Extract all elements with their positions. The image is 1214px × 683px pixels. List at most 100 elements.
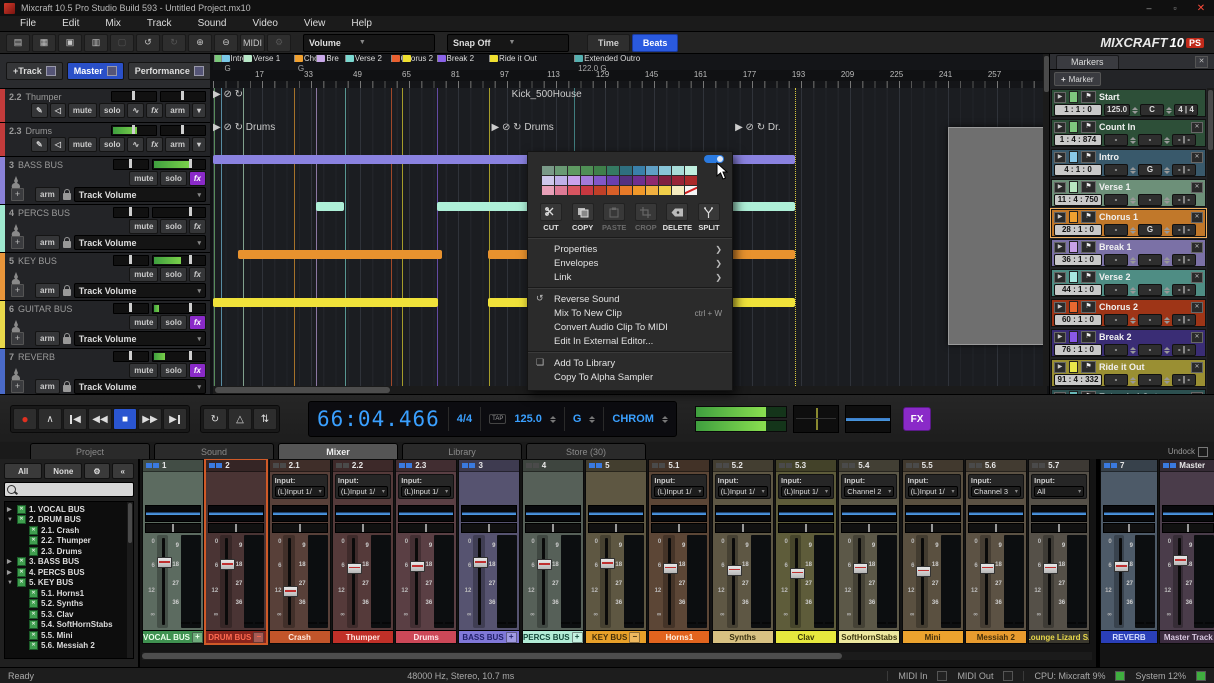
crop-button[interactable]: CROP bbox=[631, 203, 661, 232]
marker-tempo-field[interactable]: - bbox=[1104, 254, 1128, 266]
channel-header[interactable]: 1 bbox=[143, 460, 203, 472]
marker-tempo-field[interactable]: - bbox=[1104, 314, 1128, 326]
marker-color-chip[interactable] bbox=[1069, 241, 1078, 253]
go-to-end-button[interactable]: ▶ bbox=[163, 408, 187, 430]
marker-tempo-field[interactable]: - bbox=[1104, 164, 1128, 176]
expand-collapse-button[interactable]: + bbox=[506, 632, 517, 643]
audio-clip[interactable]: ▶ ⊘ ↻ Drums bbox=[492, 122, 691, 153]
spinner[interactable] bbox=[1130, 315, 1136, 325]
mixer-channel-strip[interactable]: 5.4 Input: Channel 2▾ 0612∞ 9182736 bbox=[838, 459, 900, 644]
markers-tab[interactable]: Markers bbox=[1056, 55, 1119, 69]
marker-time-field[interactable]: 4 : 1 : 0 bbox=[1054, 164, 1102, 176]
timeline-marker-flag[interactable]: Cho G bbox=[294, 55, 319, 63]
timeline-marker-flag[interactable]: Extended Outro 122.0 G bbox=[574, 55, 640, 63]
marker-key-field[interactable]: - bbox=[1138, 194, 1162, 206]
toolbar-icon[interactable]: ▣ bbox=[58, 34, 82, 52]
audio-clip[interactable]: ▶ ⊘ ↻ bbox=[316, 202, 344, 211]
track-volume-slider[interactable] bbox=[113, 303, 149, 314]
channel-name[interactable]: Lounge Lizard S.. bbox=[1029, 630, 1089, 643]
expand-collapse-button[interactable]: − bbox=[253, 632, 264, 643]
close-button[interactable]: ✕ bbox=[1188, 0, 1214, 16]
track-volume-slider[interactable] bbox=[111, 125, 157, 136]
add-track-button[interactable]: +Track bbox=[6, 62, 63, 80]
channel-name[interactable]: Messiah 2 bbox=[966, 630, 1026, 643]
color-swatch[interactable] bbox=[542, 186, 554, 195]
channel-visible-checkbox[interactable]: ✕ bbox=[17, 505, 26, 514]
color-swatch[interactable] bbox=[620, 166, 632, 175]
volume-fader[interactable] bbox=[916, 535, 927, 628]
channel-visible-checkbox[interactable]: ✕ bbox=[29, 547, 38, 556]
tree-item[interactable]: ✕ 5.5. Mini bbox=[7, 630, 131, 641]
color-swatch[interactable] bbox=[581, 166, 593, 175]
channel-name[interactable]: DRUM BUS− bbox=[206, 630, 266, 643]
mixer-channel-strip[interactable]: 2.2 Input: (L)Input 1/▾ 0612∞ 9182736 bbox=[332, 459, 394, 644]
collapse-button[interactable]: « bbox=[112, 463, 134, 479]
color-swatch[interactable] bbox=[581, 186, 593, 195]
lock-icon[interactable] bbox=[63, 337, 71, 344]
mute-button[interactable]: mute bbox=[129, 315, 158, 330]
pan-slider[interactable] bbox=[398, 523, 454, 533]
eq-display[interactable] bbox=[145, 505, 201, 522]
track-volume-slider[interactable] bbox=[111, 91, 157, 102]
menu-item[interactable]: Sound bbox=[186, 18, 239, 29]
marker-color-chip[interactable] bbox=[1069, 271, 1078, 283]
delete-marker-button[interactable]: ✕ bbox=[1191, 272, 1203, 283]
split-button[interactable]: SPLIT bbox=[694, 203, 724, 232]
volume-fader[interactable] bbox=[410, 535, 421, 628]
spinner[interactable] bbox=[1164, 375, 1170, 385]
mixer-channel-strip[interactable]: 7 0612∞ 9182736 REVERB bbox=[1100, 459, 1158, 644]
channel-visible-checkbox[interactable]: ✕ bbox=[29, 631, 38, 640]
snap-select[interactable]: Snap Off▼ bbox=[447, 34, 569, 52]
clip-header-icons[interactable]: ▶ ⊘ ↻ bbox=[492, 122, 522, 133]
marker-tempo-field[interactable]: - bbox=[1104, 284, 1128, 296]
spinner[interactable] bbox=[1164, 285, 1170, 295]
track-pan-slider[interactable] bbox=[160, 125, 206, 136]
expand-collapse-button[interactable]: + bbox=[192, 632, 203, 643]
audio-clip[interactable]: ▶ ⊘ ↻ bbox=[213, 155, 530, 164]
fx-button[interactable]: fx bbox=[146, 103, 163, 118]
flag-icon[interactable]: ⚑ bbox=[1081, 301, 1096, 313]
tree-item[interactable]: ✕ 2.1. Crash bbox=[7, 525, 131, 536]
select-none-button[interactable]: None bbox=[44, 463, 82, 479]
channel-name[interactable]: VOCAL BUS+ bbox=[143, 630, 203, 643]
fx-button[interactable]: fx bbox=[189, 219, 206, 234]
delete-button[interactable]: DELETE bbox=[662, 203, 692, 232]
mixer-channel-strip[interactable]: 4 ▾ 0612∞ 9182736 PERCS BUS+ bbox=[522, 459, 584, 644]
metronome-button[interactable]: △ bbox=[228, 408, 252, 430]
marker-timesig-field[interactable]: - | - bbox=[1172, 164, 1196, 176]
channel-visible-checkbox[interactable]: ✕ bbox=[17, 568, 26, 577]
input-select[interactable]: (L)Input 1/▾ bbox=[654, 486, 704, 497]
tree-expand-icon[interactable]: ▼ bbox=[7, 580, 14, 586]
color-swatch[interactable] bbox=[659, 166, 671, 175]
volume-fader[interactable] bbox=[473, 535, 484, 628]
audio-clip[interactable]: ▶ ⊘ ↻ Drums bbox=[213, 122, 488, 153]
add-lane-button[interactable]: + bbox=[11, 236, 24, 249]
spinner[interactable] bbox=[1130, 285, 1136, 295]
expand-arrow-icon[interactable]: ▶ bbox=[1054, 272, 1066, 283]
solo-button[interactable]: solo bbox=[160, 315, 186, 330]
marker-row[interactable]: ▶ ⚑ Verse 2 ✕ 44 : 1 : 0 - - - | - bbox=[1051, 269, 1206, 297]
marker-row[interactable]: ▶ ⚑ Start ✕ 1 : 1 : 0 125.0 C 4 | 4 bbox=[1051, 89, 1206, 117]
mixer-channel-strip[interactable]: 3 ▾ 0612∞ 9182736 BASS BUS+ bbox=[458, 459, 520, 644]
timeline-marker-flag[interactable]: Verse 2 bbox=[345, 55, 382, 63]
channel-visible-checkbox[interactable]: ✕ bbox=[29, 641, 38, 650]
marker-key-field[interactable]: - bbox=[1138, 374, 1162, 386]
gear-icon[interactable]: ⚙ bbox=[84, 463, 109, 479]
undock-button[interactable]: Undock bbox=[1168, 444, 1208, 459]
volume-fader[interactable] bbox=[790, 535, 801, 628]
volume-fader[interactable] bbox=[980, 535, 991, 628]
view-tab[interactable]: Mixer bbox=[278, 443, 398, 459]
menu-item-envelopes[interactable]: Envelopes❯ bbox=[528, 256, 732, 270]
channel-visible-checkbox[interactable]: ✕ bbox=[29, 589, 38, 598]
marker-time-field[interactable]: 36 : 1 : 0 bbox=[1054, 254, 1102, 266]
marker-row[interactable]: ▶ ⚑ Intro ✕ 4 : 1 : 0 - G - | - bbox=[1051, 149, 1206, 177]
color-swatch[interactable] bbox=[646, 186, 658, 195]
arm-button[interactable]: arm bbox=[165, 103, 190, 118]
flag-icon[interactable]: ⚑ bbox=[1081, 211, 1096, 223]
marker-row[interactable]: ▶ ⚑ Verse 1 ✕ 11 : 4 : 750 - - - | - bbox=[1051, 179, 1206, 207]
toolbar-icon[interactable]: ⚙ bbox=[267, 34, 291, 52]
record-button[interactable]: ● bbox=[13, 408, 37, 430]
bus-track-row[interactable]: 4 PERCS BUS mute solo fx bbox=[0, 205, 210, 253]
menu-item-mix-to-new-clip[interactable]: Mix To New Clipctrl + W bbox=[528, 306, 732, 320]
channel-name[interactable]: REVERB bbox=[1101, 630, 1157, 643]
